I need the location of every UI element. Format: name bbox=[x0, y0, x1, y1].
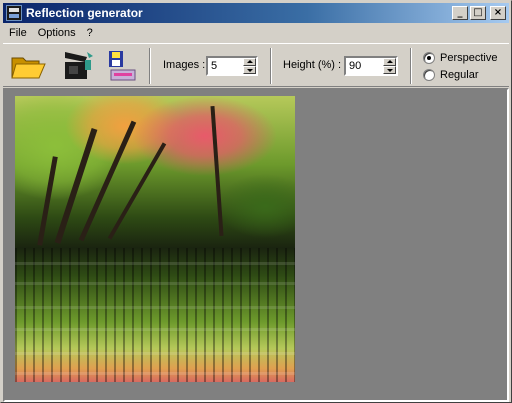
reflection-preview-image bbox=[15, 96, 295, 382]
height-value[interactable]: 90 bbox=[349, 60, 361, 72]
toolbar-separator bbox=[270, 48, 272, 84]
toolbar-separator bbox=[149, 48, 151, 84]
generate-button[interactable] bbox=[57, 48, 95, 84]
regular-label[interactable]: Regular bbox=[440, 69, 479, 81]
folder-open-icon bbox=[11, 57, 46, 79]
save-button[interactable] bbox=[103, 48, 141, 84]
images-label: Images : bbox=[163, 59, 206, 71]
maximize-button[interactable]: □ bbox=[470, 6, 486, 20]
height-up-arrow-icon[interactable] bbox=[383, 58, 396, 66]
window-title: Reflection generator bbox=[26, 6, 143, 20]
images-value[interactable]: 5 bbox=[211, 60, 217, 72]
mode-perspective-option[interactable]: Perspective bbox=[423, 51, 497, 65]
images-stepper[interactable]: 5 bbox=[206, 56, 258, 76]
height-label: Height (%) : bbox=[283, 59, 342, 71]
menu-file[interactable]: File bbox=[3, 27, 32, 39]
toolbar-separator bbox=[410, 48, 412, 84]
images-down-arrow-icon[interactable] bbox=[243, 66, 256, 74]
reflection-camera-icon bbox=[65, 52, 93, 79]
forest-scene bbox=[15, 96, 295, 248]
perspective-label[interactable]: Perspective bbox=[440, 52, 497, 64]
mode-regular-option[interactable]: Regular bbox=[423, 68, 479, 82]
toolbar: Images : 5 Height (%) : 90 Perspective R… bbox=[3, 43, 509, 87]
menu-bar: File Options ? bbox=[3, 24, 509, 42]
title-bar[interactable]: Reflection generator _ □ × bbox=[3, 3, 509, 23]
menu-options[interactable]: Options bbox=[32, 27, 81, 39]
images-stepper-buttons[interactable] bbox=[243, 58, 256, 74]
height-down-arrow-icon[interactable] bbox=[383, 66, 396, 74]
perspective-radio[interactable] bbox=[423, 52, 435, 64]
open-button[interactable] bbox=[9, 48, 47, 84]
regular-radio[interactable] bbox=[423, 69, 435, 81]
height-stepper-buttons[interactable] bbox=[383, 58, 396, 74]
minimize-button[interactable]: _ bbox=[452, 6, 468, 20]
height-stepper[interactable]: 90 bbox=[344, 56, 398, 76]
reflection-generator-window: Reflection generator _ □ × File Options … bbox=[0, 0, 512, 403]
reflection-water bbox=[15, 248, 295, 382]
preview-canvas bbox=[3, 88, 509, 402]
menu-help[interactable]: ? bbox=[81, 27, 98, 39]
close-button[interactable]: × bbox=[490, 6, 506, 20]
save-disk-icon bbox=[109, 51, 136, 81]
app-icon bbox=[6, 5, 22, 21]
images-up-arrow-icon[interactable] bbox=[243, 58, 256, 66]
